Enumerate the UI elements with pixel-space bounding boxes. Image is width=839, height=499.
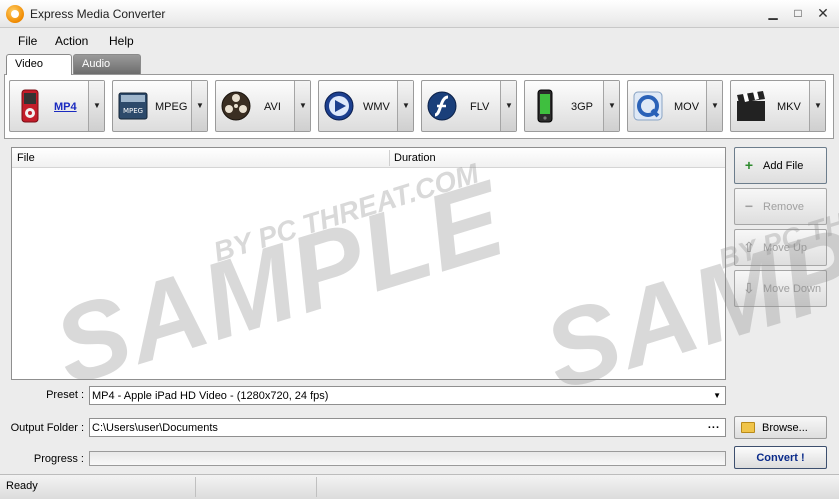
svg-text:MPEG: MPEG [123,107,143,115]
format-label: AVI [264,101,281,113]
format-wmv-dropdown[interactable]: ▼ [397,81,413,131]
status-text: Ready [6,480,38,492]
format-label: WMV [363,101,390,113]
arrow-down-icon: ⇩ [743,280,755,296]
format-3gp-dropdown[interactable]: ▼ [603,81,619,131]
output-folder-label: Output Folder : [10,422,84,434]
menu-bar: File Action Help [0,30,839,52]
remove-button[interactable]: − Remove [734,188,827,225]
tab-audio[interactable]: Audio [73,54,141,74]
output-folder-picker-button[interactable]: ... [708,419,720,431]
format-mpeg-button[interactable]: MPEG MPEG ▼ [112,80,208,132]
preset-select[interactable]: MP4 - Apple iPad HD Video - (1280x720, 2… [89,386,726,405]
format-flv-dropdown[interactable]: ▼ [500,81,516,131]
format-label: MOV [674,101,700,113]
remove-label: Remove [763,201,804,213]
windows-media-icon [324,91,354,121]
status-cell [316,477,836,497]
minus-icon: − [744,198,754,214]
chevron-down-icon: ▼ [713,391,721,400]
format-flv-button[interactable]: FLV ▼ [421,80,517,132]
mpeg-icon: MPEG [118,92,148,120]
menu-action[interactable]: Action [55,34,88,48]
chevron-down-icon: ▼ [196,101,204,110]
format-mp4-dropdown[interactable]: ▼ [88,81,104,131]
title-bar: Express Media Converter ▁ □ ✕ [0,0,839,28]
menu-help[interactable]: Help [109,34,134,48]
chevron-down-icon: ▼ [299,101,307,110]
app-logo-icon [6,5,24,23]
preset-label: Preset : [46,389,84,401]
format-mov-dropdown[interactable]: ▼ [706,81,722,131]
format-3gp-button[interactable]: 3GP ▼ [524,80,620,132]
format-toolbar: MP4 ▼ MPEG MPEG ▼ AVI ▼ WMV ▼ FLV ▼ 3GP … [4,74,834,139]
column-divider [389,150,390,166]
column-file[interactable]: File [17,152,35,164]
add-file-button[interactable]: + Add File [734,147,827,184]
chevron-down-icon: ▼ [814,101,822,110]
status-cell [195,477,315,497]
format-mkv-button[interactable]: MKV ▼ [730,80,826,132]
move-down-label: Move Down [763,283,822,295]
format-label: 3GP [571,101,594,113]
film-reel-icon [221,91,251,121]
browse-label: Browse... [762,422,808,434]
move-up-button[interactable]: ⇧ Move Up [734,229,827,266]
flash-icon [427,91,457,121]
format-mpeg-dropdown[interactable]: ▼ [191,81,207,131]
format-avi-button[interactable]: AVI ▼ [215,80,311,132]
quicktime-icon [633,91,663,121]
file-list-header: File Duration [12,148,725,168]
chevron-down-icon: ▼ [711,101,719,110]
chevron-down-icon: ▼ [402,101,410,110]
minimize-button[interactable]: ▁ [765,6,781,22]
convert-button[interactable]: Convert ! [734,446,827,469]
format-mov-button[interactable]: MOV ▼ [627,80,723,132]
chevron-down-icon: ▼ [608,101,616,110]
format-label: MPEG [155,101,188,113]
menu-file[interactable]: File [18,34,37,48]
maximize-button[interactable]: □ [790,6,806,22]
format-label: FLV [470,101,490,113]
convert-label: Convert ! [756,452,805,464]
browse-button[interactable]: Browse... [734,416,827,439]
format-wmv-button[interactable]: WMV ▼ [318,80,414,132]
close-button[interactable]: ✕ [815,6,831,22]
output-folder-value: C:\Users\user\Documents [92,422,218,434]
output-folder-field[interactable]: C:\Users\user\Documents ... [89,418,726,437]
arrow-up-icon: ⇧ [743,239,755,255]
clapperboard-icon [737,91,765,121]
format-label: MKV [777,101,801,113]
move-down-button[interactable]: ⇩ Move Down [734,270,827,307]
add-file-label: Add File [763,160,804,172]
chevron-down-icon: ▼ [93,101,101,110]
column-duration[interactable]: Duration [394,152,436,164]
preset-value: MP4 - Apple iPad HD Video - (1280x720, 2… [92,390,329,402]
tab-video[interactable]: Video [6,54,72,75]
format-label: MP4 [54,101,77,113]
format-mp4-button[interactable]: MP4 ▼ [9,80,105,132]
window-title: Express Media Converter [30,7,166,21]
progress-bar [89,451,726,466]
status-bar: Ready [0,474,839,499]
phone-icon [537,89,553,123]
progress-label: Progress : [33,453,84,465]
format-mkv-dropdown[interactable]: ▼ [809,81,825,131]
folder-icon [741,422,755,433]
file-list[interactable]: File Duration [11,147,726,380]
plus-icon: + [744,157,754,173]
format-avi-dropdown[interactable]: ▼ [294,81,310,131]
ipod-icon [21,89,39,123]
move-up-label: Move Up [763,242,808,254]
chevron-down-icon: ▼ [505,101,513,110]
